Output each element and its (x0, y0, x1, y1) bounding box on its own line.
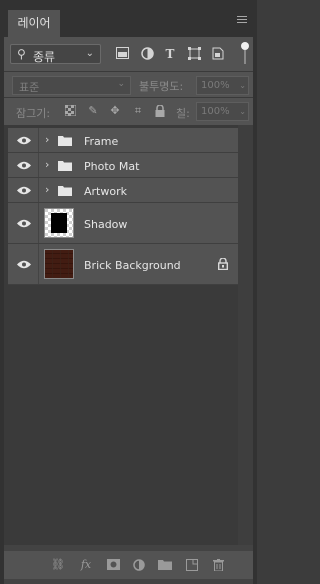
adjustment-layer-icon[interactable] (132, 559, 146, 571)
fill-label: 칠: (176, 107, 190, 120)
layer-name: Artwork (84, 185, 127, 198)
folder-icon (58, 136, 72, 146)
layer-name: Photo Mat (84, 160, 140, 173)
adjustment-layer-filter-icon[interactable] (140, 47, 154, 61)
eye-icon (17, 260, 31, 269)
tab-layers[interactable]: 레이어 (8, 10, 60, 37)
opacity-input[interactable]: 100% ⌄ (196, 76, 249, 95)
layer-row-brick-background[interactable]: Brick Background (8, 244, 242, 285)
panel-menu-icon[interactable] (237, 16, 247, 24)
filter-kind-label: 종류 (33, 50, 56, 64)
lock-all-icon[interactable] (154, 104, 166, 117)
lock-icon (217, 257, 229, 273)
layer-row-artwork[interactable]: › Artwork (8, 178, 242, 203)
brick-thumbnail (44, 249, 74, 279)
visibility-toggle[interactable] (8, 178, 39, 202)
blend-row: 표준 ⌄ 불투명도: 100% ⌄ (4, 71, 253, 98)
filter-toggle[interactable] (241, 42, 249, 64)
chevron-right-icon[interactable]: › (45, 183, 49, 196)
fx-icon[interactable]: fx (79, 559, 93, 571)
fill-input[interactable]: 100% ⌄ (196, 102, 249, 121)
chevron-right-icon[interactable]: › (45, 158, 49, 171)
search-icon: ⚲ (17, 47, 26, 61)
lock-row: 잠그기: ✎ ✥ ⌗ 칠: 100% ⌄ (4, 97, 253, 125)
shadow-thumbnail (44, 208, 74, 238)
visibility-toggle[interactable] (8, 128, 39, 152)
new-group-icon[interactable] (158, 559, 172, 571)
layers-panel: 레이어 ⚲ 종류 ⌄ T 표준 ⌄ 불투명도: 100% ⌄ 잠그기: ✎ ✥ … (0, 0, 257, 584)
tab-bar: 레이어 (4, 0, 253, 37)
shape-layer-filter-icon[interactable] (187, 47, 201, 61)
blend-mode-value: 표준 (19, 81, 40, 94)
layers-list: › Frame › Photo Mat › Artwork Shadow Bri… (4, 125, 253, 545)
delete-layer-icon[interactable] (211, 559, 225, 572)
layer-row-photo-mat[interactable]: › Photo Mat (8, 153, 242, 178)
new-layer-icon[interactable] (185, 559, 199, 571)
lock-position-icon[interactable]: ✥ (109, 105, 121, 117)
lock-label: 잠그기: (16, 107, 51, 120)
lock-image-pixels-icon[interactable]: ✎ (87, 105, 99, 117)
chevron-right-icon[interactable]: › (45, 133, 49, 146)
type-layer-filter-icon[interactable]: T (163, 47, 177, 61)
eye-icon (17, 219, 31, 228)
layer-row-frame[interactable]: › Frame (8, 128, 242, 153)
lock-transparent-pixels-icon[interactable] (64, 104, 76, 117)
smart-object-filter-icon[interactable] (211, 47, 225, 61)
folder-icon (58, 161, 72, 171)
visibility-toggle[interactable] (8, 244, 39, 284)
pixel-layer-filter-icon[interactable] (115, 47, 129, 61)
visibility-toggle[interactable] (8, 203, 39, 243)
chevron-down-icon: ⌄ (117, 79, 125, 89)
visibility-toggle[interactable] (8, 153, 39, 177)
layers-scrollbar[interactable] (238, 125, 253, 545)
layer-name: Shadow (84, 218, 128, 231)
eye-icon (17, 186, 31, 195)
layer-row-shadow[interactable]: Shadow (8, 203, 242, 244)
blend-mode-select[interactable]: 표준 ⌄ (12, 76, 131, 95)
opacity-label: 불투명도: (139, 80, 184, 93)
filter-kind-select[interactable]: ⚲ 종류 ⌄ (10, 44, 101, 64)
layer-name: Brick Background (84, 259, 181, 272)
chevron-down-icon: ⌄ (85, 48, 94, 59)
add-mask-icon[interactable] (106, 559, 120, 571)
filter-row: ⚲ 종류 ⌄ T (4, 37, 253, 71)
eye-icon (17, 136, 31, 145)
layer-name: Frame (84, 135, 119, 148)
panel-right-edge (253, 0, 257, 584)
link-layers-icon[interactable]: ⛓ (51, 559, 65, 571)
folder-icon (58, 186, 72, 196)
eye-icon (17, 161, 31, 170)
lock-artboard-icon[interactable]: ⌗ (132, 105, 144, 117)
bottom-toolbar: ⛓ fx (4, 551, 253, 579)
